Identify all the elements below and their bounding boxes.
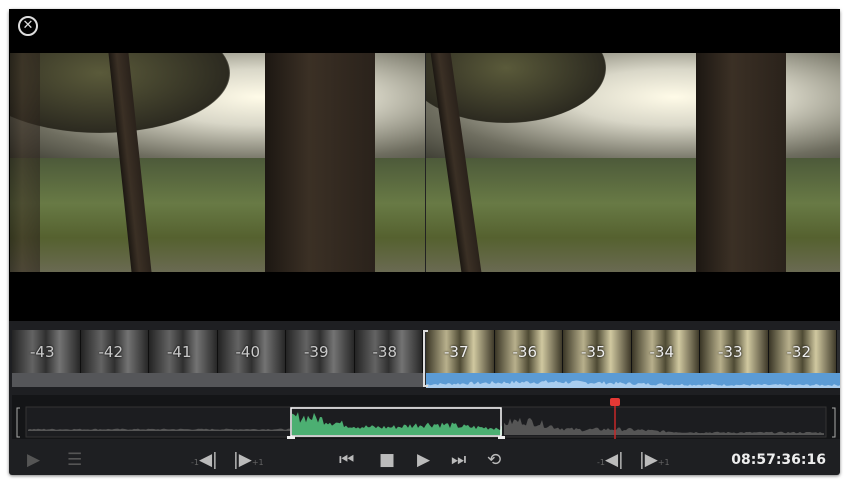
cut-page-viewer-window: ✕ -43 -42 -41 -40 -39 -38 -37 -36 -35 -3… (9, 9, 840, 475)
mini-timeline[interactable] (12, 395, 840, 439)
frame-label: -37 (444, 343, 469, 361)
frame-label: -35 (581, 343, 606, 361)
frame-label: -36 (512, 343, 538, 361)
prev-frame-icon[interactable]: ◀| (199, 450, 218, 470)
thumbnail: -33 (700, 330, 769, 373)
frame-label: -39 (304, 343, 329, 361)
go-to-end-icon[interactable]: ⏭ (451, 445, 466, 475)
thumbnail: -42 (80, 330, 149, 373)
thumbnail: -35 (563, 330, 632, 373)
close-icon[interactable]: ✕ (18, 16, 38, 36)
start-bracket (16, 407, 20, 438)
clip-thumbnails-left: -43 -42 -41 -40 -39 -38 (12, 330, 423, 373)
next-clip-icon[interactable]: |▶ (639, 450, 658, 470)
thumbnail: -38 (354, 330, 423, 373)
thumbnail: -32 (768, 330, 837, 373)
prev-clip-button[interactable]: -1◀| (597, 445, 624, 478)
upper-timeline[interactable]: -43 -42 -41 -40 -39 -38 -37 -36 -35 -34 … (12, 330, 840, 388)
jog-back-label: -1 (191, 458, 199, 467)
loop-icon[interactable]: ⟲ (487, 445, 501, 475)
transport-controls: ▶ ☰ -1◀| |▶+1 ⏮ ■ ▶ ⏭ ⟲ -1◀| |▶+1 08:57:… (9, 445, 840, 475)
jog-back-label: -1 (597, 458, 605, 467)
clip-thumbnails-right: -37 -36 -35 -34 -33 -32 (426, 330, 837, 373)
video-viewer: ✕ (9, 9, 840, 321)
clip-frame-left (10, 53, 425, 272)
frame-label: -32 (786, 343, 812, 361)
frame-label: -38 (372, 343, 398, 361)
end-bracket (832, 407, 836, 438)
mini-timeline-waveform (16, 398, 836, 439)
thumbnail: -37 (426, 330, 495, 373)
audio-waveform (426, 380, 840, 388)
out-handle[interactable] (498, 436, 505, 439)
thumbnail: -34 (631, 330, 700, 373)
play-icon[interactable]: ▶ (417, 445, 430, 475)
thumbnail: -43 (12, 330, 81, 373)
prev-frame-button[interactable]: -1◀| (191, 445, 218, 478)
frame-label: -43 (30, 343, 55, 361)
jog-fwd-label: +1 (251, 458, 264, 467)
thumbnail: -39 (286, 330, 355, 373)
next-frame-button[interactable]: |▶+1 (233, 445, 264, 478)
stop-icon[interactable]: ■ (379, 445, 395, 475)
next-clip-button[interactable]: |▶+1 (639, 445, 670, 478)
audio-track-right (426, 373, 840, 388)
clip-frame-right (425, 53, 840, 272)
clip-in-bracket[interactable] (423, 330, 428, 387)
prev-clip-icon[interactable]: ◀| (605, 450, 624, 470)
trim-settings-icon[interactable]: ☰ (67, 445, 82, 475)
audio-track-left (12, 373, 425, 387)
in-handle[interactable] (287, 436, 295, 439)
timecode-display: 08:57:36:16 (731, 452, 826, 468)
fast-review-icon[interactable]: ▶ (27, 445, 40, 475)
thumbnail: -36 (494, 330, 563, 373)
video-frame (10, 53, 840, 272)
go-to-start-icon[interactable]: ⏮ (339, 445, 354, 475)
thumbnail: -40 (217, 330, 286, 373)
playhead-marker[interactable] (610, 398, 620, 406)
frame-label: -33 (718, 343, 743, 361)
frame-label: -40 (235, 343, 261, 361)
frame-label: -41 (167, 343, 192, 361)
next-frame-icon[interactable]: |▶ (233, 450, 252, 470)
frame-label: -34 (649, 343, 675, 361)
jog-fwd-label: +1 (657, 458, 670, 467)
thumbnail: -41 (149, 330, 218, 373)
frame-label: -42 (98, 343, 124, 361)
